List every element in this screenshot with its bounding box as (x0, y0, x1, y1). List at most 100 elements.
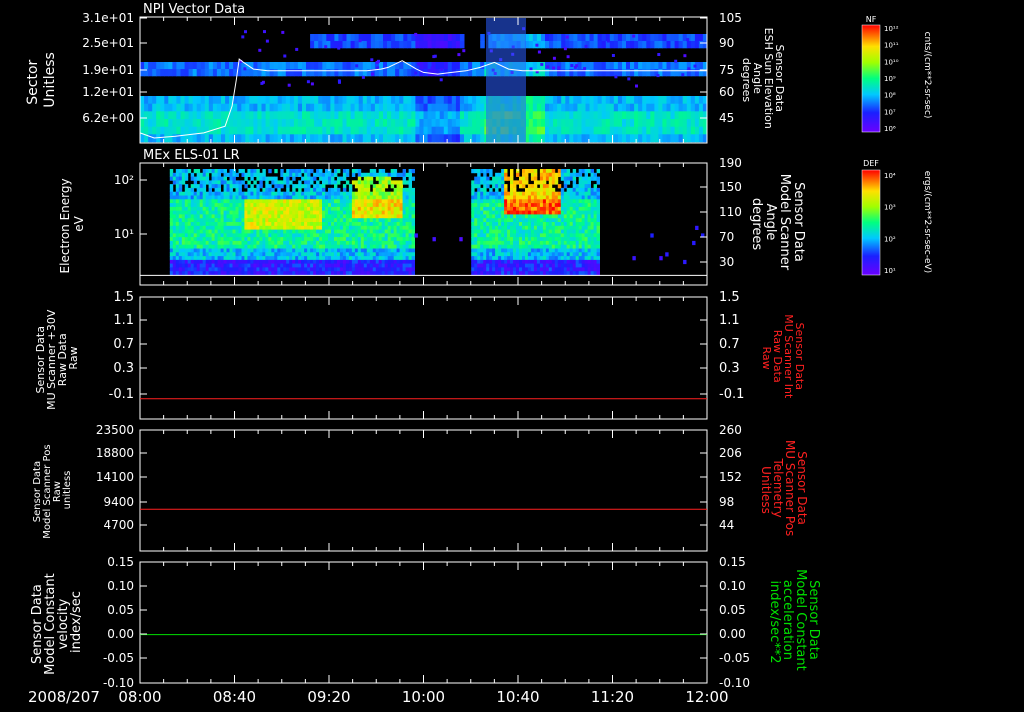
els-heat-cell (176, 222, 179, 226)
els-heat-cell (519, 264, 522, 268)
els-heat-cell (489, 256, 492, 260)
npi-heat-cell (314, 69, 319, 76)
els-heat-cell (182, 173, 185, 177)
npi-heat-cell (618, 119, 623, 127)
npi-heat-cell (533, 127, 538, 135)
els-heat-cell (355, 222, 358, 226)
npi-heat-cell (533, 96, 538, 104)
raw-left-axis-label: Sensor Data MU Scanner +30V Raw Data Raw (34, 306, 80, 410)
els-heat-cell (188, 218, 191, 222)
els-heat-cell (197, 199, 200, 203)
els-heat-cell (256, 177, 259, 181)
els-heat-cell (188, 256, 191, 260)
els-heat-cell (391, 233, 394, 237)
npi-heat-cell (440, 34, 445, 41)
els-heat-cell (355, 226, 358, 230)
els-heat-cell (406, 214, 409, 218)
npi-heat-cell (626, 96, 631, 104)
els-heat-cell (349, 252, 352, 256)
els-heat-cell (310, 169, 313, 173)
els-heat-cell (585, 188, 588, 192)
els-heat-cell (564, 203, 567, 207)
els-heat-cell (176, 245, 179, 249)
els-heat-cell (582, 188, 585, 192)
npi-heat-cell (529, 127, 534, 135)
els-heat-cell (495, 207, 498, 211)
els-heat-cell (549, 169, 552, 173)
npi-heat-cell (351, 127, 356, 135)
npi-heat-cell (699, 96, 704, 104)
els-heat-cell (346, 256, 349, 260)
els-heat-cell (188, 245, 191, 249)
npi-heat-speck (462, 49, 465, 52)
npi-heat-cell (460, 111, 465, 119)
els-heat-cell (400, 222, 403, 226)
els-heat-cell (319, 264, 322, 268)
npi-heat-cell (549, 96, 554, 104)
right-tick-label: 60 (719, 85, 734, 99)
els-heat-cell (179, 199, 182, 203)
els-heat-cell (242, 241, 245, 245)
npi-heat-cell (480, 104, 485, 112)
els-heat-cell (331, 196, 334, 200)
els-heat-cell (176, 256, 179, 260)
npi-heat-cell (646, 69, 651, 76)
els-heat-cell (501, 177, 504, 181)
els-heat-cell (379, 169, 382, 173)
els-heat-cell (325, 230, 328, 234)
els-heat-cell (212, 267, 215, 271)
els-heat-cell (582, 222, 585, 226)
els-heat-cell (233, 196, 236, 200)
els-heat-cell (588, 169, 591, 173)
els-heat-cell (298, 237, 301, 241)
els-heat-cell (558, 245, 561, 249)
els-heat-cell (403, 188, 406, 192)
els-heat-cell (585, 196, 588, 200)
els-heat-cell (176, 214, 179, 218)
els-heat-cell (531, 249, 534, 253)
els-heat-cell (322, 241, 325, 245)
els-heat-cell (576, 230, 579, 234)
els-heat-cell (188, 237, 191, 241)
npi-heat-cell (411, 134, 416, 142)
els-heat-cell (585, 211, 588, 215)
els-heat-cell (534, 173, 537, 177)
els-heat-cell (185, 230, 188, 234)
els-heat-cell (361, 203, 364, 207)
els-heat-cell (179, 177, 182, 181)
npi-heat-cell (383, 96, 388, 104)
els-heat-cell (292, 249, 295, 253)
right-tick-label: -0.05 (719, 651, 750, 665)
els-heat-cell (361, 245, 364, 249)
els-heat-cell (486, 233, 489, 237)
els-heat-cell (328, 249, 331, 253)
els-heat-cell (400, 260, 403, 264)
els-heat-cell (412, 267, 415, 271)
npi-heat-cell (468, 62, 473, 69)
els-heat-cell (480, 211, 483, 215)
npi-heat-cell (371, 111, 376, 119)
npi-heat-cell (383, 69, 388, 76)
els-heat-cell (370, 245, 373, 249)
npi-heat-cell (193, 104, 198, 112)
npi-heat-cell (642, 69, 647, 76)
els-heat-cell (346, 237, 349, 241)
els-heat-speck (632, 256, 635, 260)
els-heat-cell (322, 207, 325, 211)
els-heat-cell (385, 211, 388, 215)
els-heat-cell (250, 260, 253, 264)
els-heat-cell (543, 173, 546, 177)
npi-heat-cell (679, 134, 684, 142)
npi-heat-speck (566, 36, 569, 39)
els-heat-cell (298, 192, 301, 196)
npi-heat-cell (476, 104, 481, 112)
els-heat-cell (244, 218, 247, 222)
npi-heat-cell (638, 34, 643, 41)
els-heat-cell (236, 199, 239, 203)
npi-heat-cell (152, 62, 157, 69)
npi-heat-cell (541, 34, 546, 41)
els-heat-cell (242, 264, 245, 268)
npi-heat-cell (553, 111, 558, 119)
els-heat-cell (474, 169, 477, 173)
els-heat-cell (310, 203, 313, 207)
